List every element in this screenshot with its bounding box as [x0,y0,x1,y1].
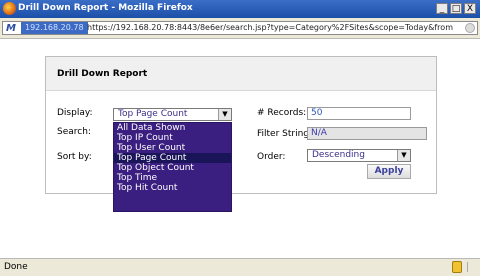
dropdown-option[interactable]: Top Hit Count [114,183,231,193]
resize-grip-icon[interactable] [467,262,478,272]
apply-button[interactable]: Apply [367,164,411,179]
panel-title: Drill Down Report [57,69,148,79]
address-bar: M 192.168.20.78 https://192.168.20.78:84… [0,18,480,39]
url-field[interactable]: M 192.168.20.78 https://192.168.20.78:84… [2,21,478,35]
close-button[interactable]: X [464,3,476,14]
display-dropdown-list[interactable]: All Data Shown Top IP Count Top User Count… [113,122,232,212]
display-label: Display: [57,108,93,118]
order-select-value: Descending [312,150,365,160]
lock-icon[interactable] [452,261,462,273]
site-identity-icon[interactable]: M [6,23,16,34]
dropdown-option[interactable]: Top User Count [114,143,231,153]
status-bar: Done [0,258,480,276]
dropdown-option[interactable]: Top IP Count [114,133,231,143]
url-text[interactable]: https://192.168.20.78:8443/8e6er/search.… [87,22,463,34]
dropdown-option[interactable]: Top Time [114,173,231,183]
search-label: Search: [57,127,91,137]
chevron-down-icon[interactable]: ▼ [397,150,410,161]
records-label: # Records: [257,108,307,118]
sortby-label: Sort by: [57,152,92,162]
bookmark-star-icon[interactable] [465,23,475,33]
display-select[interactable]: Top Page Count ▼ [113,108,232,121]
records-input[interactable]: 50 [307,107,411,120]
filter-input: N/A [307,127,427,140]
maximize-button[interactable]: □ [450,3,462,14]
panel-header: Drill Down Report [46,57,436,91]
firefox-logo-icon [3,2,16,15]
title-bar: Drill Down Report - Mozilla Firefox _ □ … [0,0,480,18]
report-panel: Drill Down Report Display: Top Page Coun… [45,56,437,194]
chevron-down-icon[interactable]: ▼ [218,109,231,120]
status-text: Done [4,262,28,272]
display-select-value: Top Page Count [118,109,188,119]
dropdown-option[interactable]: Top Page Count [114,153,231,163]
minimize-button[interactable]: _ [436,3,448,14]
window-title: Drill Down Report - Mozilla Firefox [18,3,193,13]
filter-label: Filter String: [257,129,313,139]
dropdown-option[interactable]: Top Object Count [114,163,231,173]
site-host[interactable]: 192.168.20.78 [21,22,88,34]
order-select[interactable]: Descending ▼ [307,149,411,162]
order-label: Order: [257,152,286,162]
dropdown-option[interactable]: All Data Shown [114,123,231,133]
